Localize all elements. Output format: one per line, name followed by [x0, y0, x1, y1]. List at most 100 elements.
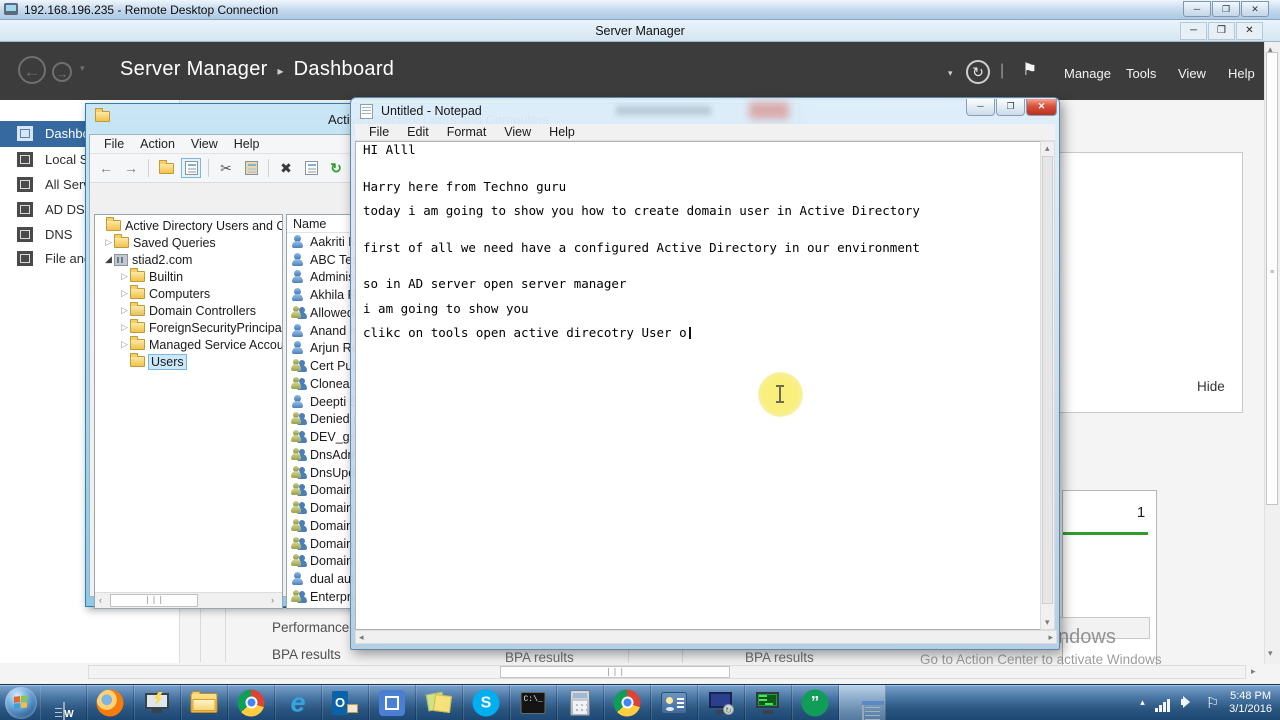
- tile-row-bpa-results[interactable]: BPA results: [272, 647, 341, 662]
- forward-button[interactable]: →: [52, 62, 72, 82]
- taskbar-notepad-button[interactable]: [839, 684, 886, 720]
- tree-horizontal-scrollbar[interactable]: ‹ ❘❘❘ ›: [95, 592, 282, 608]
- tree-item-builtin[interactable]: ▷ Builtin: [95, 268, 282, 285]
- tree-item-managed-service[interactable]: ▷ Managed Service Accou: [95, 336, 282, 353]
- open-folder-icon[interactable]: [156, 158, 176, 178]
- paste-icon[interactable]: [241, 158, 261, 178]
- back-button[interactable]: ←: [18, 56, 46, 84]
- tree-item-saved-queries[interactable]: ▷ Saved Queries: [95, 234, 282, 251]
- refresh-icon[interactable]: ↻: [326, 158, 346, 178]
- notepad-scrollbar-thumb[interactable]: [1042, 156, 1053, 604]
- tile-row-bpa-results-center[interactable]: BPA results: [505, 650, 574, 665]
- notepad-maximize-button[interactable]: ❐: [996, 99, 1025, 116]
- hide-button[interactable]: Hide: [1197, 379, 1225, 394]
- aduc-menu-help[interactable]: Help: [226, 137, 268, 151]
- rdp-minimize-button[interactable]: ─: [1183, 1, 1211, 17]
- header-dropdown-caret-icon[interactable]: ▾: [948, 68, 953, 79]
- tree-scrollbar-thumb[interactable]: ❘❘❘: [110, 594, 198, 607]
- scroll-down-icon[interactable]: ▾: [1045, 617, 1050, 628]
- taskbar-chrome-button[interactable]: [228, 684, 275, 720]
- notifications-flag-icon[interactable]: ⚑: [1022, 60, 1037, 80]
- sm-horizontal-scrollbar-thumb[interactable]: ❘❘❘: [500, 666, 730, 678]
- nav-dropdown-caret-icon[interactable]: ▾: [80, 63, 85, 74]
- scroll-right-icon[interactable]: ▸: [1251, 666, 1256, 677]
- tile-row-performance[interactable]: Performance: [272, 620, 349, 635]
- menu-manage[interactable]: Manage: [1064, 66, 1111, 81]
- taskbar-firefox-button[interactable]: [87, 684, 134, 720]
- taskbar-control-panel-button[interactable]: [651, 684, 698, 720]
- aduc-menu-file[interactable]: File: [96, 137, 132, 151]
- sm-minimize-button[interactable]: ─: [1180, 22, 1207, 40]
- server-manager-title-bar[interactable]: Server Manager ─ ❐ ✕: [0, 20, 1280, 42]
- notepad-menu-help[interactable]: Help: [540, 125, 584, 139]
- notepad-window[interactable]: Untitled - Notepad ─ ❐ ✕ File Edit Forma…: [350, 97, 1060, 650]
- notepad-vertical-scrollbar[interactable]: ▴ ▾: [1040, 141, 1055, 630]
- notepad-menu-format[interactable]: Format: [438, 125, 496, 139]
- menu-view[interactable]: View: [1178, 66, 1206, 81]
- taskbar-snipping-frame-button[interactable]: [369, 684, 416, 720]
- rdp-title-bar[interactable]: 192.168.196.235 - Remote Desktop Connect…: [0, 0, 1280, 20]
- expander-collapsed-icon[interactable]: ▷: [119, 322, 130, 333]
- taskbar-outlook-button[interactable]: O: [322, 684, 369, 720]
- expander-collapsed-icon[interactable]: ▷: [119, 271, 130, 282]
- properties-window-icon[interactable]: [181, 158, 201, 178]
- sm-vertical-scrollbar-thumb[interactable]: ≡: [1266, 52, 1278, 505]
- properties-sheet-icon[interactable]: [301, 158, 321, 178]
- taskbar-internet-explorer-button[interactable]: e: [275, 684, 322, 720]
- tree-root[interactable]: Active Directory Users and Com: [95, 217, 282, 234]
- hidden-icons-button[interactable]: ▴: [1140, 697, 1145, 708]
- notepad-close-button[interactable]: ✕: [1026, 99, 1057, 116]
- expander-collapsed-icon[interactable]: ▷: [119, 305, 130, 316]
- expander-collapsed-icon[interactable]: ▷: [119, 339, 130, 350]
- expander-expanded-icon[interactable]: ◢: [103, 254, 114, 265]
- scroll-right-icon[interactable]: ▸: [1048, 632, 1053, 643]
- scroll-right-icon[interactable]: ›: [271, 595, 274, 605]
- aduc-tree-pane[interactable]: Active Directory Users and Com ▷ Saved Q…: [94, 214, 283, 609]
- taskbar-command-prompt-button[interactable]: C:\_: [510, 684, 557, 720]
- menu-tools[interactable]: Tools: [1126, 66, 1156, 81]
- tile-row-bpa-results-right[interactable]: BPA results: [745, 650, 814, 665]
- aduc-menu-view[interactable]: View: [183, 137, 226, 151]
- notepad-menu-view[interactable]: View: [495, 125, 540, 139]
- taskbar-word-button[interactable]: W: [40, 684, 87, 720]
- tree-item-users[interactable]: Users: [95, 353, 282, 370]
- rdp-close-button[interactable]: ✕: [1241, 1, 1269, 17]
- tree-item-computers[interactable]: ▷ Computers: [95, 285, 282, 302]
- expander-collapsed-icon[interactable]: ▷: [119, 288, 130, 299]
- scroll-left-icon[interactable]: ◂: [359, 632, 364, 643]
- sm-restore-button[interactable]: ❐: [1208, 22, 1235, 40]
- rdp-restore-button[interactable]: ❐: [1212, 1, 1240, 17]
- notepad-horizontal-scrollbar[interactable]: ◂ ▸: [355, 630, 1057, 644]
- taskbar-calculator-button[interactable]: [557, 684, 604, 720]
- refresh-icon[interactable]: ↻: [966, 60, 990, 84]
- notepad-minimize-button[interactable]: ─: [966, 99, 995, 116]
- notepad-menu-edit[interactable]: Edit: [398, 125, 438, 139]
- taskbar-remote-viewer-button[interactable]: ↻: [698, 684, 745, 720]
- network-signal-icon[interactable]: [1154, 694, 1171, 712]
- start-button[interactable]: [2, 686, 40, 720]
- tree-item-domain[interactable]: ◢ stiad2.com: [95, 251, 282, 268]
- delete-icon[interactable]: ✖: [276, 158, 296, 178]
- expander-collapsed-icon[interactable]: ▷: [103, 237, 114, 248]
- action-center-flag-icon[interactable]: ⚐: [1206, 694, 1219, 712]
- taskbar-monitor-green-button[interactable]: [745, 684, 792, 720]
- taskbar-skype-button[interactable]: S: [463, 684, 510, 720]
- cut-icon[interactable]: ✂: [216, 158, 236, 178]
- taskbar-remote-desktop-button[interactable]: [134, 684, 181, 720]
- scroll-left-icon[interactable]: ‹: [99, 595, 102, 605]
- menu-help[interactable]: Help: [1228, 66, 1255, 81]
- taskbar-sticky-notes-button[interactable]: [416, 684, 463, 720]
- notepad-text-area[interactable]: HI Alll Harry here from Techno guru toda…: [355, 141, 1042, 630]
- sm-close-button[interactable]: ✕: [1236, 22, 1263, 40]
- taskbar-chrome-2-button[interactable]: [604, 684, 651, 720]
- clock[interactable]: 5:48 PM 3/1/2016: [1229, 690, 1272, 716]
- scroll-up-icon[interactable]: ▴: [1045, 143, 1050, 154]
- tree-item-foreign-security[interactable]: ▷ ForeignSecurityPrincipal: [95, 319, 282, 336]
- breadcrumb-root[interactable]: Server Manager: [120, 58, 268, 80]
- speaker-icon[interactable]: [1180, 696, 1196, 709]
- forward-icon[interactable]: →: [121, 158, 141, 178]
- taskbar-hangouts-button[interactable]: ”: [792, 684, 839, 720]
- tree-item-domain-controllers[interactable]: ▷ Domain Controllers: [95, 302, 282, 319]
- aduc-menu-action[interactable]: Action: [132, 137, 183, 151]
- scroll-down-icon[interactable]: ▾: [1268, 648, 1273, 659]
